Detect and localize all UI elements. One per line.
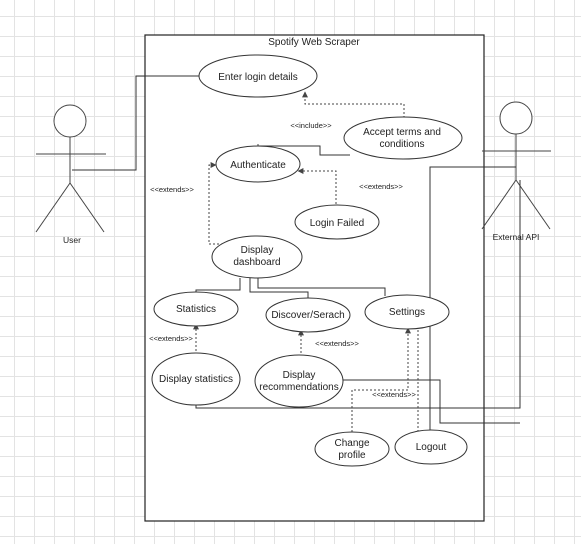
use-case-label: Enter login details — [218, 72, 298, 83]
use-case-login-failed: Login Failed — [294, 204, 380, 240]
system-title: Spotify Web Scraper — [268, 37, 360, 48]
use-case-label: dashboard — [233, 257, 280, 268]
extends-label-stats: <<extends>> — [149, 334, 193, 343]
use-case-label: Change — [334, 438, 369, 449]
user-actor — [35, 104, 106, 233]
use-case-label: Logout — [416, 442, 447, 453]
use-case-diagram: Spotify Web Scraper User External API En… — [35, 34, 551, 522]
use-case-authenticate: Authenticate — [215, 145, 301, 183]
use-case-label: Display — [283, 370, 316, 381]
use-case-label: Login Failed — [310, 218, 364, 229]
use-case-statistics: Statistics — [153, 291, 239, 327]
external-api-actor — [481, 101, 551, 230]
use-case-label: Authenticate — [230, 160, 286, 171]
extends-label-failed: <<extends>> — [359, 182, 403, 191]
use-case-label: Display — [241, 245, 274, 256]
use-case-enter-login: Enter login details — [198, 54, 318, 98]
extends-label-rec: <<extends>> — [315, 339, 359, 348]
extends-label-settings: <<extends>> — [372, 390, 416, 399]
use-case-settings: Settings — [364, 294, 450, 330]
use-case-label: recommendations — [259, 382, 338, 393]
use-case-label: Statistics — [176, 304, 216, 315]
use-case-accept-terms: Accept terms and conditions — [343, 116, 463, 160]
use-case-display-dashboard: Display dashboard — [211, 235, 303, 279]
use-case-label: conditions — [379, 139, 424, 150]
include-label: <<include>> — [290, 121, 332, 130]
use-case-label: profile — [338, 450, 366, 461]
use-case-discover-search: Discover/Serach — [265, 297, 351, 333]
use-case-label: Accept terms and — [363, 127, 441, 138]
use-case-display-statistics: Display statistics — [151, 352, 241, 406]
external-api-actor-label: External API — [493, 232, 540, 242]
use-case-label: Settings — [389, 307, 425, 318]
use-case-label: Display statistics — [159, 374, 233, 385]
use-case-change-profile: Change profile — [314, 431, 390, 467]
user-actor-label: User — [63, 235, 81, 245]
use-case-label: Discover/Serach — [271, 310, 344, 321]
use-case-display-recommendations: Display recommendations — [254, 354, 344, 408]
extends-label-dashboard: <<extends>> — [150, 185, 194, 194]
use-case-logout: Logout — [394, 429, 468, 465]
